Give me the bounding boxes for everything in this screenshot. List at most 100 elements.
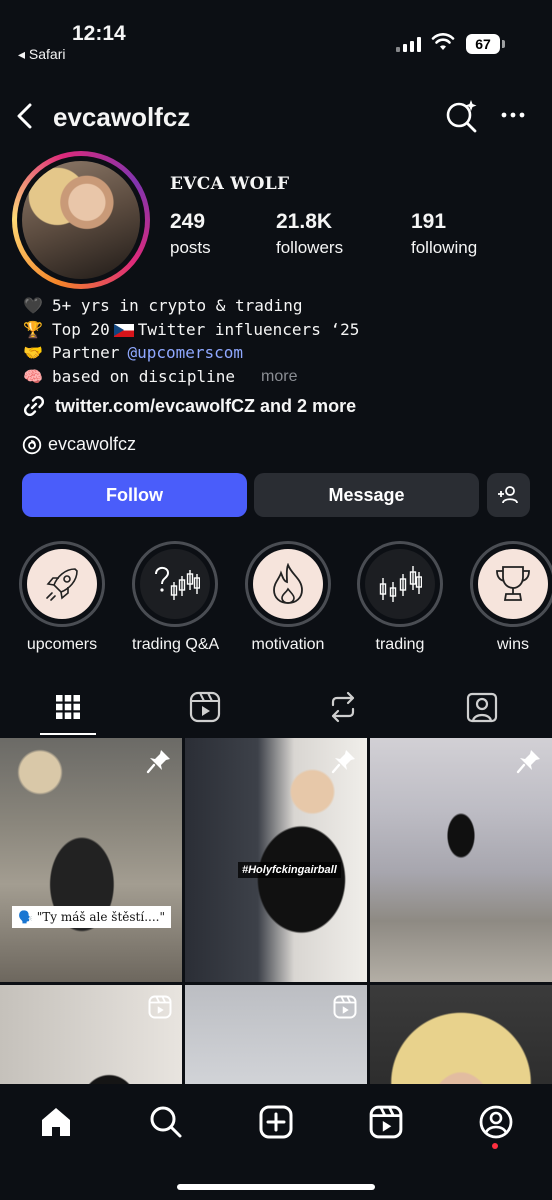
highlight-motivation[interactable]: motivation [245,541,331,654]
status-bar: 12:14 ◂ Safari 67 [0,0,552,72]
grid-icon [56,695,80,719]
home-icon [42,1108,70,1136]
reels-icon [189,691,221,723]
bio-mention-link[interactable]: @upcomerscom [127,341,243,365]
highlight-ring [19,541,105,627]
post-thumbnail[interactable]: 🗣️ "Ty máš ale štěstí...." [0,738,182,982]
wifi-icon [431,33,455,50]
status-time: 12:14 [72,22,126,45]
followers-label: followers [276,238,344,257]
bio-more-link[interactable]: more [261,365,297,389]
highlight-upcomers[interactable]: upcomers [19,541,105,654]
bio-line: 🧠 based on discipline more [22,365,359,389]
pin-icon [146,750,170,774]
following-count: 191 [411,210,447,233]
message-button[interactable]: Message [254,473,479,517]
reels-icon [333,995,357,1019]
followers-count: 21.8K [276,210,333,233]
battery-tip [502,40,505,48]
add-person-icon [497,486,518,504]
highlight-wins[interactable]: wins [470,541,552,654]
czech-flag-icon [113,323,134,337]
bio-text: Top 20 Twitter influencers ‘25 [52,319,360,339]
create-icon [259,1105,293,1139]
profile-tabs [0,684,552,736]
brain-emoji: 🧠 [23,366,43,386]
tab-posts-grid[interactable] [49,688,87,726]
highlight-ring [470,541,552,627]
reels-icon [148,995,172,1019]
external-link-text[interactable]: twitter.com/evcawolfCZ and 2 more [55,396,356,417]
post-thumbnail[interactable] [370,738,552,982]
highlight-label: trading Q&A [132,636,220,653]
bio-text: based on discipline [52,366,236,386]
threads-handle: evcawolfcz [48,434,137,454]
pin-icon [516,750,540,774]
flame-icon [273,563,303,604]
profile-icon [479,1105,513,1139]
nav-create[interactable] [256,1102,296,1142]
pin-icon [331,750,355,774]
ai-search-icon[interactable] [444,98,480,134]
highlight-label: upcomers [26,636,98,653]
more-icon[interactable] [500,102,526,128]
suggested-users-button[interactable] [487,473,530,517]
nav-profile[interactable] [476,1102,516,1142]
highlight-label: wins [496,636,529,653]
highlight-ring [132,541,218,627]
threads-badge[interactable]: evcawolfcz [22,434,136,455]
profile-username: evcawolfcz [53,102,191,132]
reels-icon [369,1105,403,1139]
highlight-trading-qa[interactable]: trading Q&A [132,541,220,654]
story-ring[interactable] [12,151,150,289]
nav-search[interactable] [146,1102,186,1142]
highlight-ring [357,541,443,627]
highlight-label: trading [375,636,425,653]
battery-indicator: 67 [466,34,500,54]
highlight-cover [365,549,435,619]
highlight-cover [140,549,210,619]
profile-bio: 🖤 5+ yrs in crypto & trading 🏆 Top 20 Twi… [22,294,359,388]
home-indicator[interactable] [177,1184,375,1190]
handshake-emoji: 🤝 [23,343,43,362]
following-stat[interactable]: 191 following [411,210,477,258]
posts-count: 249 [170,210,206,233]
highlight-ring [245,541,331,627]
bio-line: 🤝 Partner @upcomerscom [22,341,359,365]
highlight-label: motivation [251,636,325,653]
followers-stat[interactable]: 21.8K followers [276,210,343,258]
back-chevron-icon[interactable] [12,102,38,130]
follow-button[interactable]: Follow [22,473,247,517]
post-thumbnail[interactable] [185,985,367,1084]
display-name: EVCA WOLF [170,174,290,194]
back-to-safari[interactable]: ◂ Safari [18,46,66,63]
post-thumbnail[interactable] [0,985,182,1084]
avatar-gap [17,156,145,284]
highlight-trading[interactable]: trading [357,541,443,654]
active-tab-indicator [40,733,96,735]
nav-home[interactable] [36,1102,76,1142]
question-chart-icon [155,566,200,600]
nav-reels[interactable] [366,1102,406,1142]
trophy-emoji: 🏆 [23,319,43,339]
bio-line: 🏆 Top 20 Twitter influencers ‘25 [22,318,359,342]
tab-tagged[interactable] [463,688,501,726]
posts-stat[interactable]: 249 posts [170,210,211,258]
reposts-icon [331,691,355,723]
bio-text: Partner [52,343,120,362]
highlight-cover [478,549,548,619]
posts-label: posts [170,238,211,257]
tab-reposts[interactable] [324,688,362,726]
bottom-navigation [0,1086,552,1200]
tab-reels[interactable] [186,688,224,726]
post-caption-overlay: #Holyfckingairball [238,862,341,878]
post-thumbnail[interactable]: #Holyfckingairball [185,738,367,982]
posts-grid: 🗣️ "Ty máš ale štěstí...." #Holyfckingai… [0,738,552,1084]
avatar[interactable] [22,161,140,279]
post-thumbnail[interactable] [370,985,552,1084]
external-links[interactable]: twitter.com/evcawolfCZ and 2 more [22,394,356,418]
bio-text: 5+ yrs in crypto & trading [52,296,303,315]
rocket-icon [46,568,78,601]
post-caption-overlay: 🗣️ "Ty máš ale štěstí...." [12,906,171,928]
link-icon [23,395,45,417]
